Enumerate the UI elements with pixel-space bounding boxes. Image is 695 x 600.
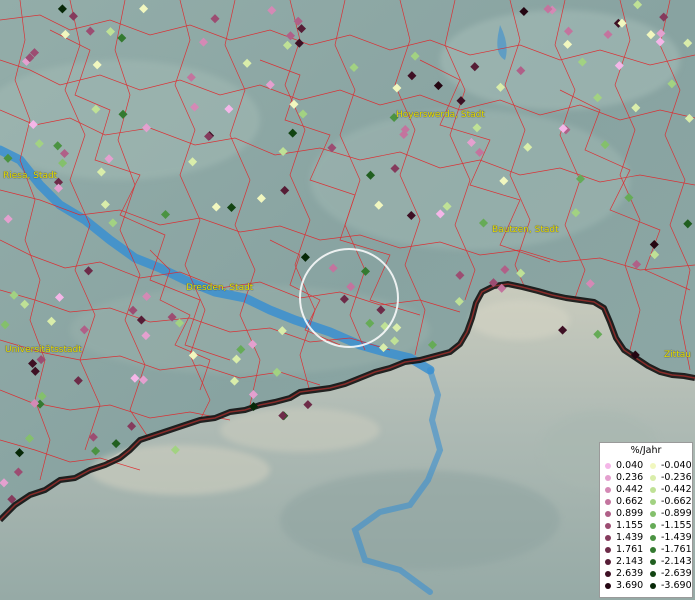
legend-label: 1.761 xyxy=(616,544,644,555)
city-label-riesa: Riesa, Stadt xyxy=(3,171,58,181)
legend-positive-column: 0.040 0.236 0.442 0.662 0.899 1.155 1.439 1.761… xyxy=(602,460,648,592)
legend-label: 0.236 xyxy=(616,472,644,483)
legend-label: 2.143 xyxy=(616,556,644,567)
legend-entry: -0.442 xyxy=(647,484,693,496)
legend-swatch-icon xyxy=(605,487,611,493)
legend-entry: 0.442 xyxy=(602,484,648,496)
legend-entry: -1.761 xyxy=(647,544,693,556)
legend-label: -0.662 xyxy=(661,496,692,507)
legend-swatch-icon xyxy=(650,547,656,553)
legend-entry: -0.236 xyxy=(647,472,693,484)
legend-label: -2.639 xyxy=(661,568,692,579)
legend-entry: 1.761 xyxy=(602,544,648,556)
legend-swatch-icon xyxy=(650,559,656,565)
legend: %/Jahr 0.040 0.236 0.442 0.662 0.899 1.155 1.4… xyxy=(599,442,693,598)
legend-swatch-icon xyxy=(605,547,611,553)
legend-entry: 1.439 xyxy=(602,532,648,544)
legend-entry: 0.662 xyxy=(602,496,648,508)
legend-swatch-icon xyxy=(650,511,656,517)
city-label-dresden: Dresden, Stadt xyxy=(186,283,254,293)
legend-swatch-icon xyxy=(605,559,611,565)
map-canvas[interactable] xyxy=(0,0,695,600)
legend-label: 0.899 xyxy=(616,508,644,519)
city-label-universitaetsstadt: Universitätsstadt xyxy=(5,345,82,355)
legend-entry: 2.143 xyxy=(602,556,648,568)
legend-entry: -3.690 xyxy=(647,580,693,592)
city-label-zittau: Zittau xyxy=(664,350,691,360)
city-label-hoyerswerda: Hoyerswerda, Stadt xyxy=(396,110,485,120)
legend-label: -1.439 xyxy=(661,532,692,543)
city-label-bautzen: Bautzen, Stadt xyxy=(492,225,559,235)
legend-label: -0.442 xyxy=(661,484,692,495)
legend-swatch-icon xyxy=(605,535,611,541)
legend-label: -0.236 xyxy=(661,472,692,483)
legend-label: 1.439 xyxy=(616,532,644,543)
legend-label: -0.040 xyxy=(661,460,692,471)
legend-swatch-icon xyxy=(605,523,611,529)
legend-swatch-icon xyxy=(650,535,656,541)
legend-swatch-icon xyxy=(650,487,656,493)
legend-swatch-icon xyxy=(605,475,611,481)
legend-swatch-icon xyxy=(650,523,656,529)
legend-entry: 0.236 xyxy=(602,472,648,484)
legend-entry: -0.662 xyxy=(647,496,693,508)
legend-title: %/Jahr xyxy=(630,445,662,456)
legend-entry: 3.690 xyxy=(602,580,648,592)
legend-entry: -0.040 xyxy=(647,460,693,472)
legend-swatch-icon xyxy=(650,583,656,589)
legend-entry: 0.899 xyxy=(602,508,648,520)
legend-entry: 2.639 xyxy=(602,568,648,580)
legend-label: -2.143 xyxy=(661,556,692,567)
legend-entry: -1.155 xyxy=(647,520,693,532)
legend-entry: -0.899 xyxy=(647,508,693,520)
legend-entry: -2.143 xyxy=(647,556,693,568)
legend-label: 0.662 xyxy=(616,496,644,507)
legend-negative-column: -0.040 -0.236 -0.442 -0.662 -0.899 -1.155 -1.4… xyxy=(647,460,693,592)
legend-swatch-icon xyxy=(650,463,656,469)
legend-label: 0.040 xyxy=(616,460,644,471)
legend-label: -1.761 xyxy=(661,544,692,555)
legend-swatch-icon xyxy=(650,475,656,481)
legend-entry: 1.155 xyxy=(602,520,648,532)
legend-swatch-icon xyxy=(605,571,611,577)
legend-entry: -2.639 xyxy=(647,568,693,580)
legend-label: 2.639 xyxy=(616,568,644,579)
legend-swatch-icon xyxy=(650,499,656,505)
legend-label: 3.690 xyxy=(616,580,644,591)
legend-swatch-icon xyxy=(605,511,611,517)
legend-label: -1.155 xyxy=(661,520,692,531)
legend-swatch-icon xyxy=(605,499,611,505)
legend-label: 1.155 xyxy=(616,520,644,531)
legend-entry: 0.040 xyxy=(602,460,648,472)
legend-label: -3.690 xyxy=(661,580,692,591)
legend-swatch-icon xyxy=(605,463,611,469)
legend-label: -0.899 xyxy=(661,508,692,519)
legend-entry: -1.439 xyxy=(647,532,693,544)
legend-swatch-icon xyxy=(650,571,656,577)
legend-swatch-icon xyxy=(605,583,611,589)
legend-label: 0.442 xyxy=(616,484,644,495)
